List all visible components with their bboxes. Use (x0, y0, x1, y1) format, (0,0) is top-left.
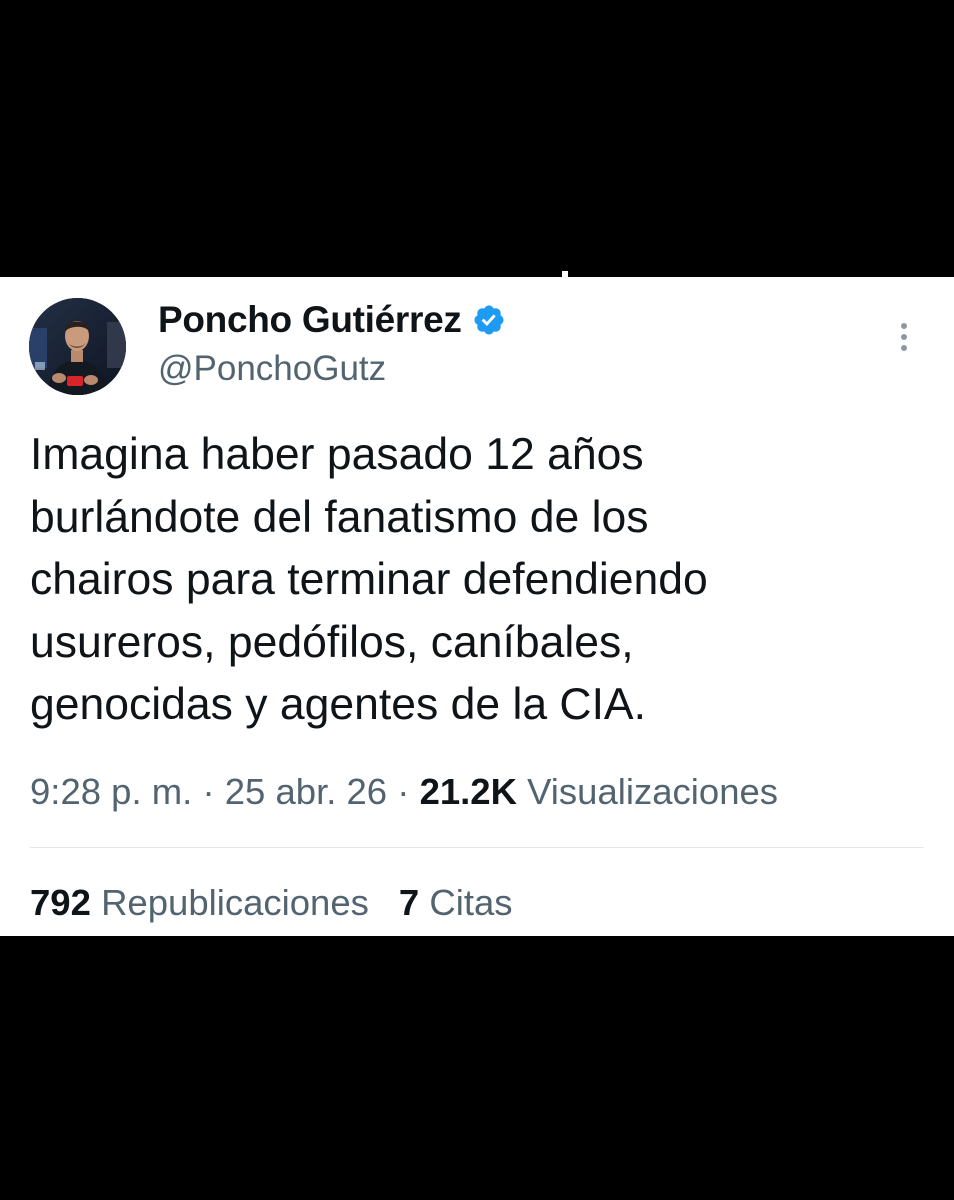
meta-separator: · (387, 771, 420, 812)
views-label: Visualizaciones (527, 771, 779, 812)
dot (901, 334, 907, 340)
author-handle[interactable]: @PonchoGutz (158, 349, 386, 389)
dot (901, 323, 907, 329)
display-name[interactable]: Poncho Gutiérrez (158, 299, 462, 341)
tweet-text: Imagina haber pasado 12 años burlándote … (30, 430, 708, 729)
more-options-icon[interactable] (888, 317, 920, 357)
dot (901, 345, 907, 351)
quotes-count: 7 (398, 882, 420, 923)
verified-badge-icon (474, 305, 504, 335)
author-name-row: Poncho Gutiérrez (158, 297, 506, 343)
reposts-label: Republicaciones (101, 882, 369, 923)
tweet-metadata: 9:28 p. m. · 25 abr. 26 · 21.2K Visualiz… (30, 771, 778, 813)
meta-separator: · (192, 771, 225, 812)
avatar-photo (29, 298, 126, 395)
views-count: 21.2K (419, 771, 517, 812)
reposts-link[interactable]: 792 Republicaciones (30, 882, 369, 923)
engagement-stats: 792 Republicaciones 7 Citas (30, 882, 513, 924)
quotes-link[interactable]: 7 Citas (399, 882, 513, 923)
tweet-card: Poncho Gutiérrez @PonchoGutz Imagina hab… (0, 277, 954, 936)
reposts-count: 792 (30, 882, 91, 923)
tweet-time[interactable]: 9:28 p. m. (30, 771, 192, 812)
quotes-label: Citas (429, 882, 513, 923)
avatar[interactable] (29, 298, 126, 395)
screenshot-frame: Poncho Gutiérrez @PonchoGutz Imagina hab… (0, 0, 954, 1200)
tweet-date[interactable]: 25 abr. 26 (225, 771, 387, 812)
divider (30, 847, 924, 848)
